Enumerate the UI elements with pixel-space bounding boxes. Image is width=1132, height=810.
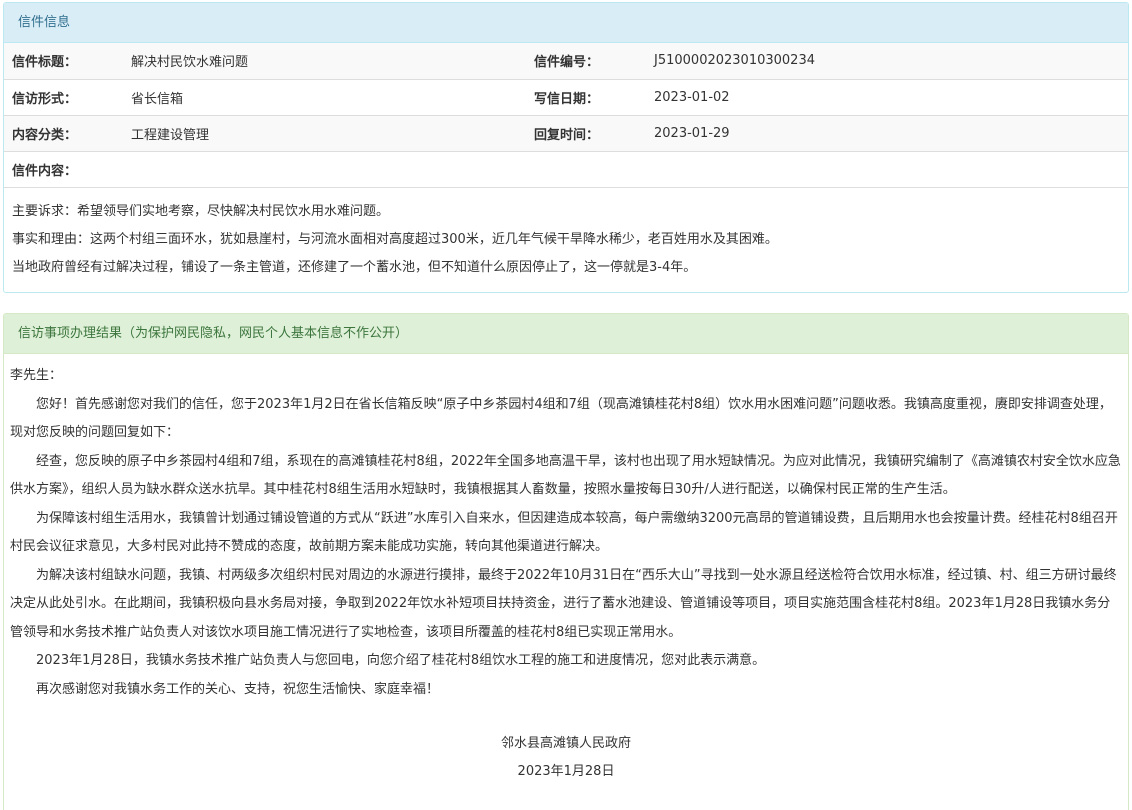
reply-paragraph: 为解决该村组缺水问题，我镇、村两级多次组织村民对周边的水源进行摸排，最终于202… xyxy=(10,567,1117,640)
category-value: 工程建设管理 xyxy=(123,115,526,152)
letter-info-heading: 信件信息 xyxy=(4,3,1128,43)
letter-number-value: J5100002023010300234 xyxy=(646,43,1128,80)
reply-time-value: 2023-01-29 xyxy=(646,115,1128,152)
petition-form-label: 信访形式： xyxy=(4,79,123,116)
letter-title-value: 解决村民饮水难问题 xyxy=(123,43,526,80)
table-row: 信件内容： xyxy=(4,151,1128,188)
letter-number-label: 信件编号： xyxy=(526,43,646,80)
reply-time-label: 回复时间： xyxy=(526,115,646,152)
result-body: 李先生： 您好！首先感谢您对我们的信任，您于2023年1月2日在省长信箱反映“原… xyxy=(4,354,1128,786)
table-row: 信件标题： 解决村民饮水难问题 信件编号： J51000020230103002… xyxy=(4,43,1128,80)
table-row: 信访形式： 省长信箱 写信日期： 2023-01-02 xyxy=(4,79,1128,116)
result-panel: 信访事项办理结果（为保护网民隐私，网民个人基本信息不作公开） 李先生： 您好！首… xyxy=(3,313,1129,810)
letter-date-label: 写信日期： xyxy=(526,79,646,116)
reply-paragraph: 经查，您反映的原子中乡茶园村4组和7组，系现在的高滩镇桂花村8组，2022年全国… xyxy=(10,453,1121,498)
reply-paragraph: 为保障该村组生活用水，我镇曾计划通过铺设管道的方式从“跃进”水库引入自来水，但因… xyxy=(10,510,1118,555)
signature-date: 2023年1月28日 xyxy=(517,764,615,779)
signature-org: 邻水县高滩镇人民政府 xyxy=(500,736,631,751)
content-line: 主要诉求：希望领导们实地考察，尽快解决村民饮水用水难问题。 xyxy=(12,203,390,219)
letter-info-panel: 信件信息 信件标题： 解决村民饮水难问题 信件编号： J510000202301… xyxy=(3,2,1129,293)
category-label: 内容分类： xyxy=(4,115,123,152)
letter-info-table: 信件标题： 解决村民饮水难问题 信件编号： J51000020230103002… xyxy=(4,43,1128,188)
letter-date-value: 2023-01-02 xyxy=(646,79,1128,116)
table-row: 内容分类： 工程建设管理 回复时间： 2023-01-29 xyxy=(4,115,1128,152)
salutation: 李先生： xyxy=(10,368,63,383)
letter-title-label: 信件标题： xyxy=(4,43,123,80)
reply-paragraph: 您好！首先感谢您对我们的信任，您于2023年1月2日在省长信箱反映“原子中乡茶园… xyxy=(10,396,1112,441)
content-line: 事实和理由：这两个村组三面环水，犹如悬崖村，与河流水面相对高度超过300米，近几… xyxy=(12,231,778,247)
petition-form-value: 省长信箱 xyxy=(123,79,526,116)
letter-content: 主要诉求：希望领导们实地考察，尽快解决村民饮水用水难问题。 事实和理由：这两个村… xyxy=(4,188,1128,282)
letter-content-label: 信件内容： xyxy=(4,151,1128,188)
reply-paragraph: 2023年1月28日，我镇水务技术推广站负责人与您回电，向您介绍了桂花村8组饮水… xyxy=(36,653,766,668)
reply-paragraph: 再次感谢您对我镇水务工作的关心、支持，祝您生活愉快、家庭幸福！ xyxy=(36,681,440,697)
result-heading: 信访事项办理结果（为保护网民隐私，网民个人基本信息不作公开） xyxy=(4,314,1128,354)
content-line: 当地政府曾经有过解决过程，铺设了一条主管道，还修建了一个蓄水池，但不知道什么原因… xyxy=(12,259,697,275)
